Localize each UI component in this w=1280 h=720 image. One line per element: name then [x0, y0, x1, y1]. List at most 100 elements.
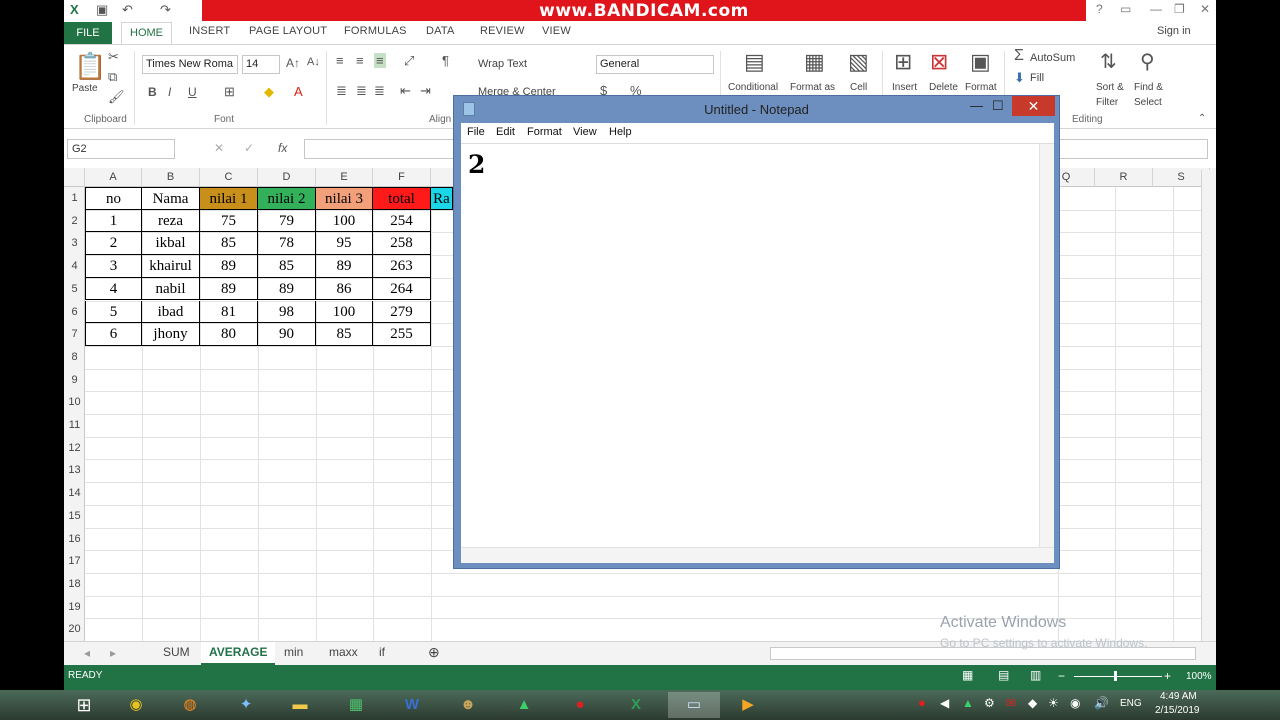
row-header[interactable]: 11 [64, 414, 85, 437]
data-cell[interactable]: 85 [316, 323, 373, 346]
header-cell[interactable]: total [373, 187, 431, 210]
header-cell[interactable]: nilai 1 [200, 187, 258, 210]
sheet-tab-sum[interactable]: SUM [163, 645, 190, 659]
align-top-icon[interactable]: ≡ [336, 53, 344, 68]
header-cell[interactable]: Ra [431, 187, 453, 210]
data-cell[interactable]: 263 [373, 255, 431, 278]
column-header[interactable]: E [316, 168, 373, 187]
data-cell[interactable]: 75 [200, 209, 258, 233]
tray-icon[interactable]: ▲ [962, 696, 974, 710]
decrease-font-icon[interactable]: A↓ [307, 56, 320, 68]
data-cell[interactable]: 264 [373, 277, 431, 301]
row-header[interactable]: 10 [64, 391, 85, 414]
format-painter-icon[interactable]: 🖌 [108, 89, 125, 105]
sort-filter-icon[interactable]: ⇅ [1100, 49, 1117, 74]
autosum-button[interactable]: AutoSum [1030, 52, 1075, 64]
data-cell[interactable]: 85 [200, 232, 258, 256]
row-header[interactable]: 8 [64, 346, 85, 369]
data-cell[interactable]: 85 [258, 255, 316, 278]
tab-formulas[interactable]: FORMULAS [344, 25, 407, 37]
data-cell[interactable]: 2 [85, 232, 142, 256]
format-cells-icon[interactable]: ▣ [970, 49, 991, 75]
row-header[interactable]: 17 [64, 550, 85, 573]
data-cell[interactable]: 1 [85, 209, 142, 233]
save-icon[interactable]: ▣ [96, 2, 108, 18]
increase-font-icon[interactable]: A↑ [286, 56, 300, 70]
row-header[interactable]: 5 [64, 278, 85, 301]
sort-button[interactable]: Sort & [1096, 82, 1124, 93]
zoom-slider-thumb[interactable] [1114, 671, 1117, 681]
data-cell[interactable]: ikbal [142, 232, 200, 256]
start-button[interactable]: ⊞ [64, 692, 104, 718]
paste-icon[interactable]: 📋 [74, 51, 106, 82]
data-cell[interactable]: 89 [258, 277, 316, 301]
tray-icon[interactable]: ◉ [1070, 696, 1080, 710]
filter-button[interactable]: Filter [1096, 97, 1118, 108]
zoom-out-icon[interactable]: − [1058, 669, 1065, 683]
row-header[interactable]: 4 [64, 255, 85, 278]
paste-button[interactable]: Paste [72, 83, 98, 94]
bold-icon[interactable]: B [148, 85, 157, 99]
data-cell[interactable]: ibad [142, 300, 200, 324]
help-icon[interactable]: ? [1096, 2, 1103, 16]
vertical-scrollbar[interactable] [1201, 170, 1216, 641]
page-break-view-icon[interactable]: ▥ [1030, 668, 1041, 682]
data-cell[interactable]: 100 [316, 300, 373, 324]
tab-home[interactable]: HOME [121, 22, 172, 45]
bandicam-record-icon[interactable]: ● [560, 692, 600, 718]
autosum-icon[interactable]: Σ [1014, 47, 1024, 65]
clock-date[interactable]: 2/15/2019 [1155, 705, 1200, 716]
notepad-text-area[interactable]: 2 [461, 143, 1054, 563]
vertical-scrollbar[interactable] [1039, 144, 1054, 547]
select-all[interactable] [64, 168, 85, 187]
data-cell[interactable]: 89 [200, 255, 258, 278]
find-button[interactable]: Find & [1134, 82, 1163, 93]
find-icon[interactable]: ⚲ [1140, 49, 1155, 74]
calculator-icon[interactable]: ▦ [336, 692, 376, 718]
data-cell[interactable]: 4 [85, 277, 142, 301]
italic-icon[interactable]: I [168, 85, 171, 99]
column-header[interactable]: F [373, 168, 431, 187]
data-cell[interactable]: 258 [373, 232, 431, 256]
increase-indent-icon[interactable]: ⇥ [420, 83, 431, 99]
tab-page-layout[interactable]: PAGE LAYOUT [249, 25, 327, 37]
file-explorer-icon[interactable]: ▬ [280, 692, 320, 718]
fill-icon[interactable]: ⬇ [1014, 70, 1025, 86]
header-cell[interactable]: no [85, 187, 142, 210]
insert-cells-icon[interactable]: ⊞ [894, 49, 912, 75]
orientation-icon[interactable]: ⤢ [404, 53, 414, 69]
data-cell[interactable]: 79 [258, 209, 316, 233]
column-header[interactable]: C [200, 168, 258, 187]
tab-insert[interactable]: INSERT [189, 25, 230, 37]
header-cell[interactable]: Nama [142, 187, 200, 210]
format-as-table-icon[interactable]: ▦ [804, 49, 825, 75]
sign-in-link[interactable]: Sign in [1157, 25, 1191, 37]
align-right-icon[interactable]: ≣ [374, 83, 385, 99]
volume-icon[interactable]: 🔊 [1094, 696, 1109, 710]
data-cell[interactable]: khairul [142, 255, 200, 278]
fill-button[interactable]: Fill [1030, 72, 1044, 84]
data-cell[interactable]: 81 [200, 300, 258, 324]
data-cell[interactable]: 279 [373, 300, 431, 324]
tray-icon[interactable]: ⚙ [984, 696, 995, 710]
close-icon[interactable]: ✕ [1200, 2, 1210, 16]
header-cell[interactable]: nilai 2 [258, 187, 316, 210]
data-cell[interactable]: 3 [85, 255, 142, 278]
data-cell[interactable]: 80 [200, 323, 258, 346]
delete-button[interactable]: Delete [929, 82, 958, 93]
decrease-indent-icon[interactable]: ⇤ [400, 83, 411, 99]
align-bottom-icon[interactable]: ≡ [374, 53, 386, 68]
row-header[interactable]: 16 [64, 528, 85, 551]
tab-review[interactable]: REVIEW [480, 25, 525, 37]
row-header[interactable]: 19 [64, 596, 85, 619]
scroll-left-icon[interactable]: ◂ [84, 646, 90, 660]
column-header[interactable]: A [85, 168, 142, 187]
font-color-icon[interactable]: A [294, 84, 303, 99]
data-cell[interactable]: 89 [316, 255, 373, 278]
align-left-icon[interactable]: ≣ [336, 83, 347, 99]
data-cell[interactable]: 6 [85, 323, 142, 346]
function-icon[interactable]: fx [278, 141, 287, 155]
green-app-icon[interactable]: ▲ [504, 692, 544, 718]
data-cell[interactable]: 254 [373, 209, 431, 233]
underline-icon[interactable]: U [188, 85, 197, 99]
